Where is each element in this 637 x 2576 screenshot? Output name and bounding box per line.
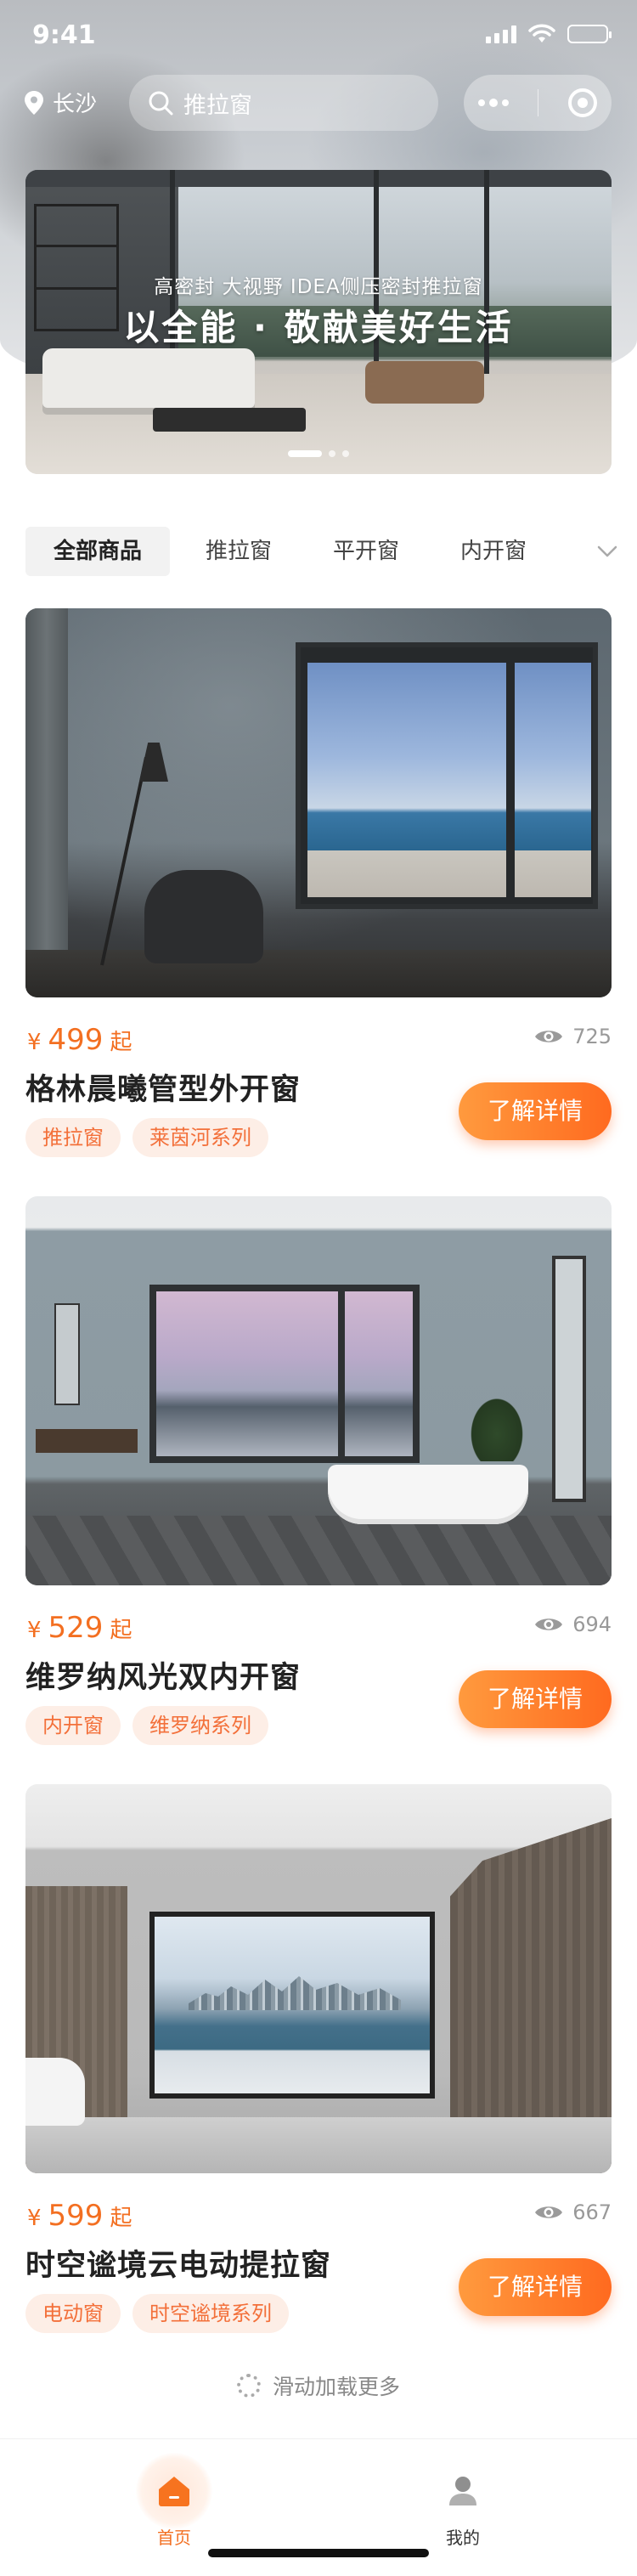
product-price: ¥ 599 起 — [27, 2199, 132, 2233]
product-tag: 内开窗 — [25, 1706, 121, 1745]
product-price: ¥ 529 起 — [27, 1611, 132, 1645]
details-button[interactable]: 了解详情 — [459, 1670, 612, 1728]
search-input[interactable]: 推拉窗 — [129, 75, 438, 131]
miniprogram-capsule — [464, 75, 612, 131]
product-name: 时空谧境云电动提拉窗 — [25, 2249, 332, 2283]
eye-icon — [535, 1618, 563, 1630]
product-tags: 电动窗 时空谧境系列 — [25, 2294, 289, 2333]
product-tags: 内开窗 维罗纳系列 — [25, 1706, 268, 1745]
search-text: 推拉窗 — [183, 92, 252, 119]
product-image[interactable] — [25, 1196, 612, 1585]
battery-icon — [567, 25, 612, 43]
tab-all[interactable]: 全部商品 — [25, 527, 170, 576]
wifi-icon — [528, 24, 555, 42]
promo-banner[interactable]: 高密封 大视野 IDEA侧压密封推拉窗 以全能 · 敬献美好生活 — [25, 170, 612, 474]
product-image[interactable] — [25, 608, 612, 997]
product-card[interactable]: ¥ 499 起 725 格林晨曦管型外开窗 推拉窗 莱茵河系列 了解详情 — [25, 608, 612, 1186]
category-tabs: 全部商品 推拉窗 平开窗 内开窗 — [25, 527, 620, 576]
tabbar-label: 我的 — [446, 2528, 480, 2548]
tabbar-item-mine[interactable]: 我的 — [399, 2453, 527, 2549]
tab-sliding[interactable]: 推拉窗 — [183, 527, 294, 576]
signal-icon — [486, 25, 516, 43]
product-name: 维罗纳风光双内开窗 — [25, 1661, 302, 1695]
details-button[interactable]: 了解详情 — [459, 1082, 612, 1140]
product-tag: 莱茵河系列 — [132, 1118, 268, 1157]
location-pin-icon — [25, 90, 43, 115]
banner-dot[interactable] — [288, 450, 322, 457]
product-tag: 推拉窗 — [25, 1118, 121, 1157]
tabbar-item-home[interactable]: 首页 — [110, 2453, 238, 2549]
product-tag: 时空谧境系列 — [132, 2294, 289, 2333]
chevron-down-icon[interactable] — [595, 539, 620, 564]
home-icon — [159, 2477, 189, 2506]
more-dots-icon[interactable] — [478, 99, 510, 107]
load-more-indicator: 滑动加载更多 — [0, 2369, 637, 2403]
nav-row: 长沙 推拉窗 — [0, 75, 637, 131]
banner-indicator — [25, 450, 612, 457]
details-button[interactable]: 了解详情 — [459, 2258, 612, 2316]
target-icon[interactable] — [567, 88, 597, 117]
view-count: 725 — [533, 1025, 612, 1048]
view-count: 667 — [533, 2200, 612, 2224]
home-indicator — [208, 2549, 429, 2557]
status-time: 9:41 — [32, 20, 96, 50]
city-label: 长沙 — [53, 92, 98, 117]
load-more-text: 滑动加载更多 — [272, 2375, 400, 2399]
eye-icon — [535, 1031, 563, 1042]
status-bar: 9:41 — [0, 0, 637, 75]
spinner-icon — [236, 2374, 261, 2398]
product-card[interactable]: ¥ 599 起 667 时空谧境云电动提拉窗 电动窗 时空谧境系列 了解详情 — [25, 1784, 612, 2362]
user-icon — [449, 2477, 476, 2505]
product-price: ¥ 499 起 — [27, 1023, 132, 1057]
tab-casement[interactable]: 平开窗 — [311, 527, 421, 576]
view-count: 694 — [533, 1613, 612, 1636]
product-card[interactable]: ¥ 529 起 694 维罗纳风光双内开窗 内开窗 维罗纳系列 了解详情 — [25, 1196, 612, 1774]
tabbar-label: 首页 — [157, 2528, 191, 2548]
status-icons — [486, 24, 612, 44]
product-tag: 电动窗 — [25, 2294, 121, 2333]
banner-title: 以全能 · 敬献美好生活 — [123, 307, 514, 348]
tab-inward[interactable]: 内开窗 — [438, 527, 549, 576]
eye-icon — [535, 2206, 563, 2218]
search-icon — [149, 91, 173, 116]
banner-dot[interactable] — [329, 450, 335, 457]
product-tag: 维罗纳系列 — [132, 1706, 268, 1745]
product-image[interactable] — [25, 1784, 612, 2173]
banner-dot[interactable] — [342, 450, 349, 457]
product-tags: 推拉窗 莱茵河系列 — [25, 1118, 268, 1157]
banner-subtitle: 高密封 大视野 IDEA侧压密封推拉窗 — [154, 276, 483, 298]
city-selector[interactable]: 长沙 — [24, 87, 97, 118]
product-name: 格林晨曦管型外开窗 — [25, 1073, 302, 1107]
